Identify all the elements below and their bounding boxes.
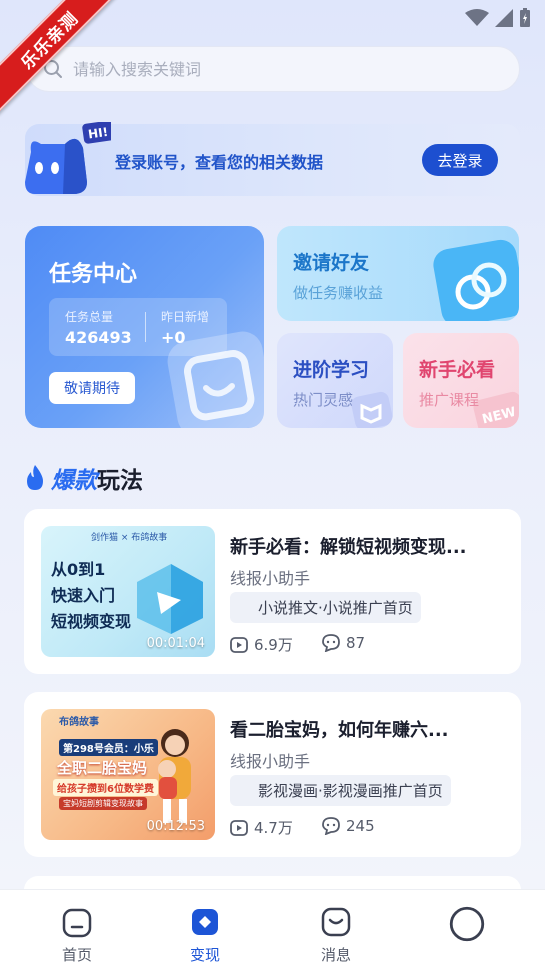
task-center-title: 任务中心 — [49, 262, 138, 287]
invite-title: 邀请好友 — [293, 252, 370, 274]
wifi-icon — [465, 9, 489, 26]
tab-profile[interactable] — [432, 906, 502, 948]
invite-friends-card[interactable]: 邀请好友 做任务赚收益 — [277, 226, 519, 321]
video-comments: 87 — [322, 634, 365, 652]
monetize-icon — [192, 909, 218, 935]
comments-count: 87 — [346, 634, 366, 652]
home-icon — [62, 908, 92, 938]
thumb-line: 给孩子攒到6位数学费 — [53, 779, 158, 796]
play-count-icon — [230, 636, 248, 653]
login-button[interactable]: 去登录 — [422, 144, 498, 176]
thumb-line: 短视频变现 — [51, 612, 132, 631]
views-count: 6.9万 — [254, 636, 293, 654]
play-cube-icon — [137, 564, 203, 634]
tab-monetize[interactable]: 变现 — [170, 906, 240, 965]
video-comments: 245 — [322, 817, 375, 835]
section-title-hot: 爆款 — [51, 468, 97, 494]
comments-count: 245 — [346, 817, 375, 835]
coming-soon-button[interactable]: 敬请期待 — [49, 372, 135, 404]
video-author: 线报小助手 — [230, 752, 311, 771]
video-duration: 00:01:04 — [146, 636, 205, 651]
task-total-value: 426493 — [65, 328, 132, 347]
video-tag[interactable]: 小说推文·小说推广首页 — [230, 592, 421, 623]
thumb-line: 宝妈短剧剪辑变现故事 — [59, 797, 147, 810]
video-author: 线报小助手 — [230, 569, 311, 588]
tab-monetize-label: 变现 — [189, 946, 220, 964]
novice-subtitle: 推广课程 — [419, 391, 480, 409]
mascot-icon: HI! — [25, 122, 111, 194]
learn-subtitle: 热门灵感 — [293, 391, 354, 409]
section-title-rest: 玩法 — [97, 468, 143, 494]
book-icon — [351, 391, 393, 428]
video-card[interactable]: 剑作猫 × 布鸽故事 从0到1 快速入门 短视频变现 00:01:04 新手必看… — [24, 509, 521, 674]
task-new-value: +0 — [161, 328, 186, 347]
task-total-label: 任务总量 — [65, 310, 114, 324]
profile-icon — [449, 906, 485, 942]
tab-messages[interactable]: 消息 — [301, 906, 371, 965]
video-title[interactable]: 看二胎宝妈，如何年赚六... — [230, 716, 500, 742]
tab-messages-label: 消息 — [320, 946, 351, 964]
thumb-line: 第298号会员：小乐 — [59, 739, 158, 756]
bottom-tab-bar: 首页 变现 消息 — [0, 889, 545, 970]
video-views: 6.9万 — [230, 634, 293, 655]
invite-subtitle: 做任务赚收益 — [293, 284, 384, 302]
advanced-learning-card[interactable]: 进阶学习 热门灵感 — [277, 333, 393, 428]
video-title[interactable]: 新手必看：解锁短视频变现... — [230, 533, 500, 559]
mascot-badge: HI! — [87, 125, 109, 142]
thumb-line: 全职二胎宝妈 — [57, 759, 148, 777]
task-new-label: 昨日新增 — [161, 310, 210, 324]
video-thumbnail[interactable]: 剑作猫 × 布鸽故事 从0到1 快速入门 短视频变现 00:01:04 — [41, 526, 215, 657]
novice-card[interactable]: NEW 新手必看 推广课程 — [403, 333, 519, 428]
video-tag[interactable]: 影视漫画·影视漫画推广首页 — [230, 775, 451, 806]
thumb-line: 从0到1 — [51, 560, 106, 579]
thumb-brand: 剑作猫 × 布鸽故事 — [91, 533, 168, 543]
login-message: 登录账号，查看您的相关数据 — [115, 153, 324, 172]
stats-divider — [145, 312, 146, 342]
flame-icon — [27, 465, 43, 490]
novice-title: 新手必看 — [419, 359, 496, 381]
signal-icon — [495, 9, 513, 27]
login-banner[interactable]: HI! 登录账号，查看您的相关数据 去登录 — [25, 122, 520, 196]
task-stats: 任务总量 426493 昨日新增 +0 — [49, 298, 227, 356]
video-duration: 00:12:53 — [146, 819, 205, 834]
search-input[interactable] — [73, 59, 473, 79]
message-icon — [321, 907, 351, 937]
video-thumbnail[interactable]: 布鸽故事 第298号会员：小乐 全职二胎宝妈 给孩子攒到6位数学费 宝妈短剧剪辑… — [41, 709, 215, 840]
views-count: 4.7万 — [254, 819, 293, 837]
invite-deco-icon — [433, 239, 519, 321]
tab-home-label: 首页 — [61, 946, 92, 964]
thumb-brand: 布鸽故事 — [59, 717, 99, 728]
learn-title: 进阶学习 — [293, 359, 370, 381]
section-header: 爆款 玩法 — [25, 461, 143, 495]
comment-icon — [322, 817, 340, 835]
thumb-line: 快速入门 — [51, 586, 116, 605]
search-bar[interactable] — [26, 46, 520, 92]
video-card[interactable]: 布鸽故事 第298号会员：小乐 全职二胎宝妈 给孩子攒到6位数学费 宝妈短剧剪辑… — [24, 692, 521, 857]
battery-icon — [520, 8, 530, 27]
status-icons — [465, 8, 531, 28]
comment-icon — [322, 634, 340, 652]
play-count-icon — [230, 819, 248, 836]
task-center-card[interactable]: 任务中心 任务总量 426493 昨日新增 +0 敬请期待 — [25, 226, 264, 428]
tab-home[interactable]: 首页 — [42, 906, 112, 965]
video-views: 4.7万 — [230, 817, 293, 838]
